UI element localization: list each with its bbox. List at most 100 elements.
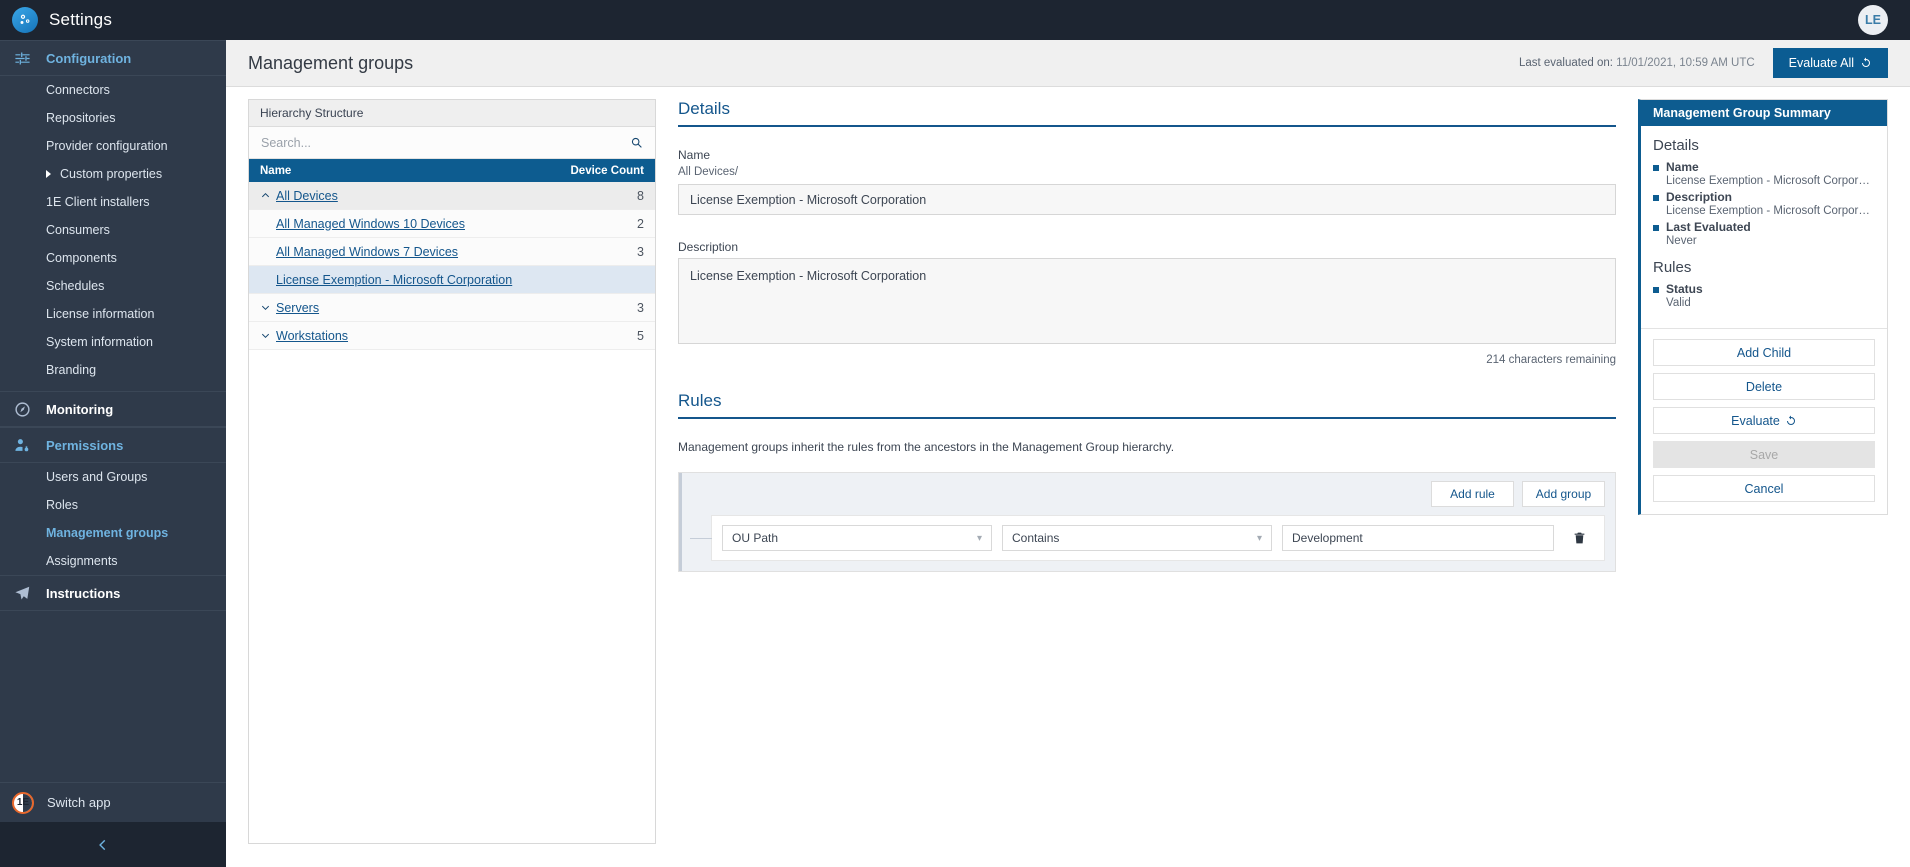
main-area: LE Management groups Last evaluated on: …: [226, 0, 1910, 867]
hierarchy-panel-title: Hierarchy Structure: [249, 100, 655, 127]
delete-button[interactable]: Delete: [1653, 373, 1875, 400]
cancel-label: Cancel: [1745, 482, 1784, 496]
table-row[interactable]: All Managed Windows 7 Devices 3: [249, 238, 655, 266]
tree-column-header: Name Device Count: [249, 159, 655, 182]
cancel-button[interactable]: Cancel: [1653, 475, 1875, 502]
last-evaluated-label: Last evaluated on:: [1519, 57, 1613, 69]
sidebar-item-label: System information: [46, 335, 153, 349]
summary-key: Last Evaluated: [1666, 220, 1751, 234]
sidebar-group-instructions[interactable]: Instructions: [0, 575, 226, 611]
bullet-icon: [1653, 225, 1659, 231]
table-row-selected[interactable]: License Exemption - Microsoft Corporatio…: [249, 266, 655, 294]
avatar[interactable]: LE: [1858, 5, 1888, 35]
add-child-label: Add Child: [1737, 346, 1791, 360]
switch-app-button[interactable]: 1E Switch app: [0, 782, 226, 822]
description-label: Description: [678, 240, 1616, 254]
gauge-icon: [12, 401, 32, 418]
rule-row: OU Path ▾ Contains ▾: [711, 515, 1605, 561]
switch-app-label: Switch app: [47, 795, 111, 810]
rule-operator-value: Contains: [1012, 531, 1257, 545]
add-child-button[interactable]: Add Child: [1653, 339, 1875, 366]
sidebar-item-assignments[interactable]: Assignments: [0, 547, 226, 575]
table-row[interactable]: All Managed Windows 10 Devices 2: [249, 210, 655, 238]
add-rule-button[interactable]: Add rule: [1431, 481, 1514, 507]
refresh-icon: [1860, 57, 1872, 69]
sidebar-item-label: Branding: [46, 363, 96, 377]
table-row[interactable]: Workstations 5: [249, 322, 655, 350]
list-item: Description: [1653, 190, 1875, 204]
chevron-up-icon[interactable]: [254, 190, 276, 201]
sidebar-item-label: Consumers: [46, 223, 110, 237]
tree-node-count: 8: [558, 189, 644, 203]
top-strip: LE: [226, 0, 1910, 40]
sidebar-item-consumers[interactable]: Consumers: [0, 216, 226, 244]
sidebar-item-custom-properties[interactable]: Custom properties: [0, 160, 226, 188]
description-textarea[interactable]: License Exemption - Microsoft Corporatio…: [678, 258, 1616, 344]
column-header-device-count: Device Count: [558, 165, 644, 177]
rule-operator-select[interactable]: Contains ▾: [1002, 525, 1272, 551]
last-evaluated-text: Last evaluated on: 11/01/2021, 10:59 AM …: [1519, 57, 1755, 69]
sidebar-item-label: Assignments: [46, 554, 118, 568]
sidebar-item-repositories[interactable]: Repositories: [0, 104, 226, 132]
sidebar-item-system-information[interactable]: System information: [0, 328, 226, 356]
sidebar-group-permissions[interactable]: Permissions: [0, 427, 226, 463]
tree-body[interactable]: All Devices 8 All Managed Windows 10 Dev…: [249, 182, 655, 843]
tree-node-label[interactable]: All Managed Windows 10 Devices: [276, 217, 558, 231]
sidebar-item-users-and-groups[interactable]: Users and Groups: [0, 463, 226, 491]
tree-node-label[interactable]: All Managed Windows 7 Devices: [276, 245, 558, 259]
paper-plane-icon: [12, 585, 32, 602]
tree-node-label[interactable]: Servers: [276, 301, 558, 315]
rule-group-toolbar: Add rule Add group: [689, 481, 1605, 507]
table-row[interactable]: All Devices 8: [249, 182, 655, 210]
page-header: Management groups Last evaluated on: 11/…: [226, 40, 1910, 87]
tree-node-count: 2: [558, 217, 644, 231]
summary-panel-title: Management Group Summary: [1641, 100, 1887, 126]
bullet-icon: [1653, 165, 1659, 171]
sidebar-item-management-groups[interactable]: Management groups: [0, 519, 226, 547]
sidebar-item-schedules[interactable]: Schedules: [0, 272, 226, 300]
sidebar-group-monitoring[interactable]: Monitoring: [0, 391, 226, 427]
sidebar-item-label: 1E Client installers: [46, 195, 150, 209]
evaluate-all-button[interactable]: Evaluate All: [1773, 48, 1888, 78]
delete-rule-button[interactable]: [1564, 525, 1594, 551]
search-icon[interactable]: [630, 136, 643, 149]
evaluate-button[interactable]: Evaluate: [1653, 407, 1875, 434]
details-section-title: Details: [678, 99, 1616, 127]
sidebar-collapse-button[interactable]: [0, 822, 226, 867]
rule-field-value: OU Path: [732, 531, 977, 545]
tree-node-label[interactable]: All Devices: [276, 189, 558, 203]
rule-group: Add rule Add group OU Path ▾ Contains ▾: [678, 472, 1616, 572]
summary-value: Valid: [1653, 297, 1875, 309]
save-button: Save: [1653, 441, 1875, 468]
chevron-down-icon[interactable]: [254, 330, 276, 341]
tree-node-label[interactable]: License Exemption - Microsoft Corporatio…: [276, 273, 558, 287]
rules-note: Management groups inherit the rules from…: [678, 440, 1616, 454]
rule-field-select[interactable]: OU Path ▾: [722, 525, 992, 551]
sidebar-item-license-information[interactable]: License information: [0, 300, 226, 328]
chevron-down-icon[interactable]: [254, 302, 276, 313]
name-input[interactable]: [678, 184, 1616, 215]
chevron-down-icon: ▾: [1257, 533, 1262, 544]
chevron-down-icon: ▾: [977, 533, 982, 544]
sidebar-item-label: Provider configuration: [46, 139, 168, 153]
sidebar-item-label: Management groups: [46, 526, 168, 540]
summary-key: Name: [1666, 160, 1699, 174]
sidebar-item-roles[interactable]: Roles: [0, 491, 226, 519]
tree-node-count: 3: [558, 245, 644, 259]
page-header-actions: Last evaluated on: 11/01/2021, 10:59 AM …: [1519, 48, 1888, 78]
tree-node-label[interactable]: Workstations: [276, 329, 558, 343]
sidebar-item-connectors[interactable]: Connectors: [0, 76, 226, 104]
sliders-icon: [12, 50, 32, 67]
search-input[interactable]: [261, 136, 630, 150]
sidebar-nav: Configuration Connectors Repositories Pr…: [0, 40, 226, 782]
add-group-button[interactable]: Add group: [1522, 481, 1605, 507]
rule-value-input[interactable]: [1282, 525, 1554, 551]
refresh-icon: [1785, 415, 1797, 427]
evaluate-label: Evaluate: [1731, 414, 1780, 428]
sidebar-item-provider-configuration[interactable]: Provider configuration: [0, 132, 226, 160]
sidebar-item-branding[interactable]: Branding: [0, 356, 226, 384]
sidebar-group-configuration[interactable]: Configuration: [0, 40, 226, 76]
sidebar-item-1e-client-installers[interactable]: 1E Client installers: [0, 188, 226, 216]
table-row[interactable]: Servers 3: [249, 294, 655, 322]
sidebar-item-components[interactable]: Components: [0, 244, 226, 272]
